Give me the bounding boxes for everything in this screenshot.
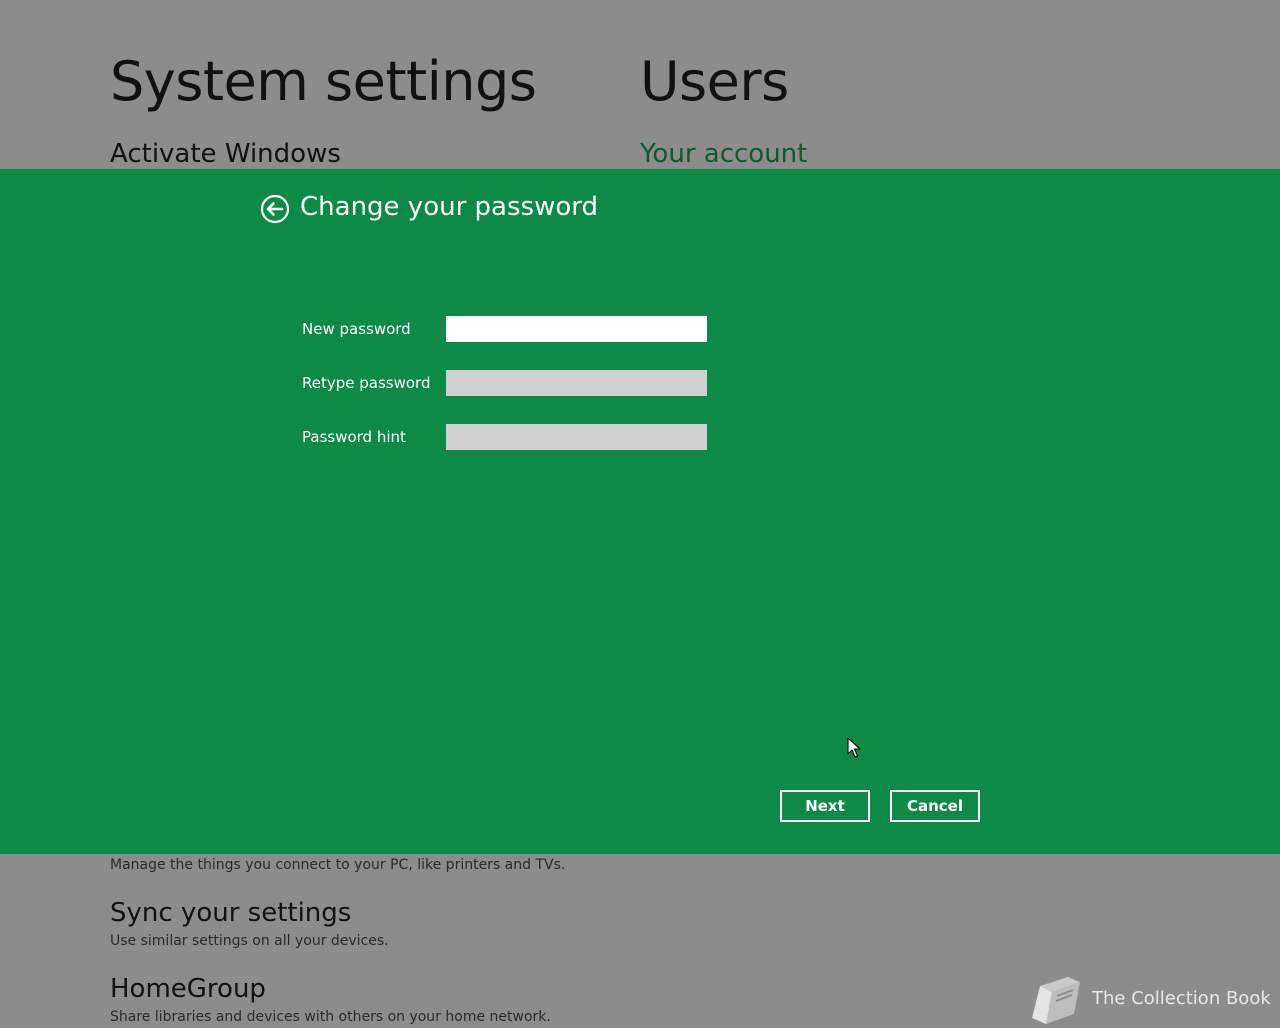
sync-settings-description: Use similar settings on all your devices… bbox=[110, 933, 389, 949]
system-settings-heading: System settings bbox=[110, 50, 537, 113]
sync-settings-link[interactable]: Sync your settings bbox=[110, 898, 351, 928]
users-heading: Users bbox=[640, 50, 789, 113]
new-password-input[interactable] bbox=[446, 316, 707, 342]
password-hint-input[interactable] bbox=[446, 424, 707, 450]
retype-password-label: Retype password bbox=[302, 374, 431, 392]
back-button[interactable] bbox=[260, 194, 290, 224]
cancel-button[interactable]: Cancel bbox=[890, 790, 980, 822]
retype-password-input[interactable] bbox=[446, 370, 707, 396]
new-password-label: New password bbox=[302, 320, 411, 338]
mouse-pointer-icon bbox=[847, 737, 861, 758]
next-button[interactable]: Next bbox=[780, 790, 870, 822]
homegroup-link[interactable]: HomeGroup bbox=[110, 974, 266, 1004]
dialog-title: Change your password bbox=[300, 192, 598, 222]
homegroup-description: Share libraries and devices with others … bbox=[110, 1009, 551, 1025]
watermark-text: The Collection Book bbox=[1092, 988, 1271, 1009]
devices-description: Manage the things you connect to your PC… bbox=[110, 857, 566, 873]
back-arrow-circle-icon bbox=[260, 194, 290, 224]
password-hint-label: Password hint bbox=[302, 428, 406, 446]
watermark: The Collection Book bbox=[1028, 974, 1271, 1024]
your-account-link[interactable]: Your account bbox=[640, 139, 807, 169]
activate-windows-link[interactable]: Activate Windows bbox=[110, 139, 341, 169]
change-password-dialog: Change your password New password Retype… bbox=[0, 169, 1280, 854]
book-icon bbox=[1032, 977, 1080, 1024]
